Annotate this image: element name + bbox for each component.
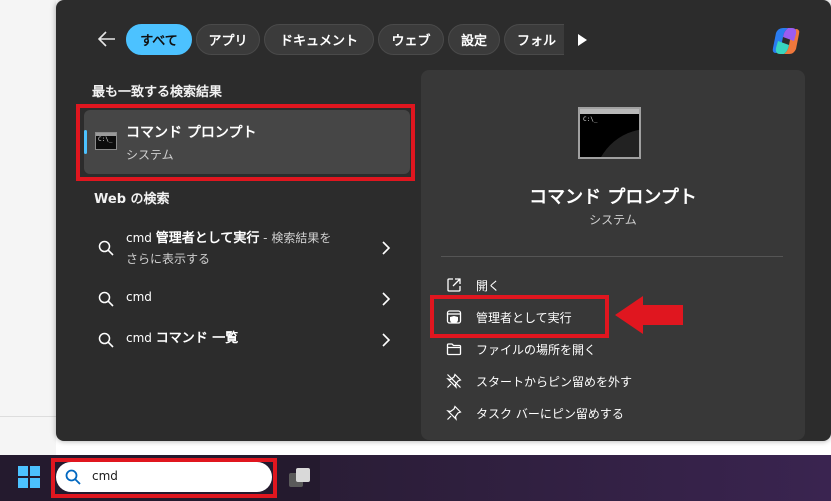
- web-result-query: cmd: [126, 290, 152, 304]
- windows-start-icon[interactable]: [18, 466, 40, 488]
- filter-apps[interactable]: アプリ: [196, 24, 260, 55]
- action-label: ファイルの場所を開く: [476, 342, 597, 357]
- desktop-divider: [0, 416, 56, 417]
- chevron-right-icon: [382, 241, 391, 255]
- unpin-icon: [446, 373, 462, 389]
- highlight-box-run-as-admin: [430, 295, 609, 338]
- web-result-bold: 管理者として実行: [155, 231, 260, 246]
- web-result-text: cmd コマンド 一覧: [126, 328, 238, 349]
- web-result-bold: コマンド 一覧: [155, 331, 239, 346]
- filter-web[interactable]: ウェブ: [378, 24, 444, 55]
- web-result-text: cmd: [126, 287, 152, 307]
- back-arrow-icon: [98, 31, 115, 47]
- highlight-box-taskbar-search: [51, 458, 277, 498]
- scroll-filters-button[interactable]: [572, 28, 592, 52]
- desktop-background: [0, 0, 56, 455]
- play-icon: [578, 34, 587, 46]
- filter-folders[interactable]: フォル: [504, 24, 564, 55]
- web-result-row[interactable]: cmd 管理者として実行 - 検索結果を さらに表示する: [84, 228, 410, 268]
- back-button[interactable]: [92, 24, 122, 54]
- web-result-query: cmd: [126, 231, 152, 245]
- best-match-heading: 最も一致する検索結果: [92, 85, 223, 100]
- task-view-icon[interactable]: [288, 466, 312, 490]
- filter-documents[interactable]: ドキュメント: [264, 24, 374, 55]
- command-prompt-large-icon: C:\_: [578, 107, 641, 159]
- search-icon: [98, 291, 114, 307]
- web-result-suffix: - 検索結果を: [259, 231, 332, 245]
- action-open[interactable]: 開く: [446, 274, 500, 296]
- web-result-row[interactable]: cmd コマンド 一覧: [84, 320, 410, 360]
- action-label: タスク バーにピン留めする: [476, 406, 624, 421]
- red-arrow-indicator: [615, 296, 683, 334]
- action-unpin-from-start[interactable]: スタートからピン留めを外す: [446, 370, 632, 392]
- detail-divider: [441, 256, 783, 257]
- web-result-line2: さらに表示する: [126, 252, 211, 266]
- folder-icon: [446, 343, 462, 356]
- chevron-right-icon: [382, 292, 391, 306]
- highlight-box-best-match: [76, 104, 415, 181]
- search-icon: [98, 332, 114, 348]
- action-label: スタートからピン留めを外す: [476, 374, 633, 389]
- web-result-query: cmd: [126, 331, 152, 345]
- web-result-row[interactable]: cmd: [84, 279, 410, 319]
- copilot-icon[interactable]: [770, 25, 802, 57]
- detail-title: コマンド プロンプト: [529, 187, 697, 208]
- chevron-right-icon: [382, 333, 391, 347]
- open-external-icon: [447, 278, 461, 292]
- web-search-heading: Web の検索: [94, 192, 170, 207]
- action-pin-to-taskbar[interactable]: タスク バーにピン留めする: [446, 402, 624, 424]
- web-result-text: cmd 管理者として実行 - 検索結果を さらに表示する: [126, 228, 331, 269]
- filter-all[interactable]: すべて: [126, 24, 192, 55]
- search-icon: [98, 240, 114, 256]
- action-label: 開く: [476, 278, 501, 293]
- pin-icon: [446, 405, 462, 421]
- taskbar-background: [320, 455, 831, 501]
- filter-settings[interactable]: 設定: [448, 24, 500, 55]
- detail-subtitle: システム: [589, 213, 637, 227]
- action-open-file-location[interactable]: ファイルの場所を開く: [446, 338, 596, 360]
